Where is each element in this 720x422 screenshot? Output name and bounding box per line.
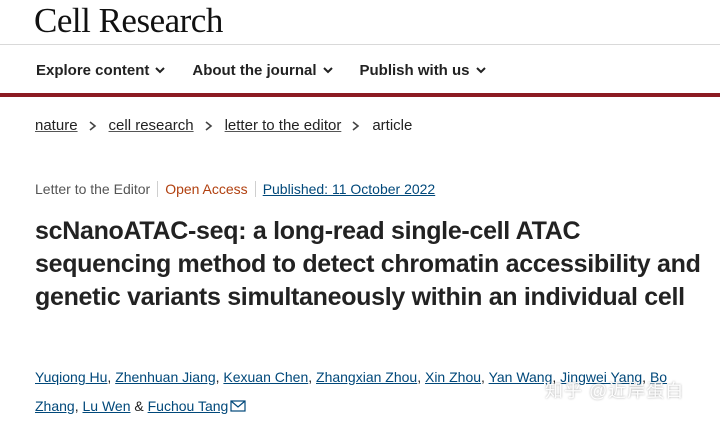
article-meta: Letter to the Editor Open Access Publish… [35,181,435,197]
open-access-badge: Open Access [165,181,248,197]
chevron-down-icon [155,67,166,74]
article-type: Letter to the Editor [35,181,151,197]
author-separator: , [481,369,489,385]
nav-about-journal[interactable]: About the journal [192,59,333,81]
nav-publish-with-us[interactable]: Publish with us [360,59,487,81]
published-date-link[interactable]: Published: 11 October 2022 [263,181,436,197]
main-nav: Explore content About the journal Publis… [36,59,487,81]
author-link[interactable]: Xin Zhou [425,369,481,385]
breadcrumb-current: article [372,117,413,134]
breadcrumb: nature cell research letter to the edito… [35,117,412,134]
watermark-text: 知乎 @近岸蛋白 [545,381,685,401]
author-link[interactable]: Zhenhuan Jiang [115,369,215,385]
breadcrumb-letter-to-editor[interactable]: letter to the editor [225,117,342,134]
meta-divider [254,181,256,197]
chevron-down-icon [475,67,486,74]
breadcrumb-nature[interactable]: nature [35,117,78,134]
journal-title[interactable]: Cell Research [34,0,223,42]
breadcrumb-cell-research[interactable]: cell research [109,117,194,134]
nav-explore-content[interactable]: Explore content [36,59,166,81]
header-divider [0,44,720,45]
author-link[interactable]: Lu Wen [82,398,130,414]
author-separator: , [417,369,425,385]
chevron-right-icon [89,120,96,131]
mail-icon[interactable] [230,400,246,412]
meta-divider [157,181,159,197]
chevron-right-icon [205,120,212,131]
brand-rule [0,93,720,97]
author-link[interactable]: Yuqiong Hu [35,369,107,385]
author-joiner: & [130,398,148,414]
author-link[interactable]: Kexuan Chen [223,369,308,385]
nav-publish-with-us-label: Publish with us [359,61,470,79]
chevron-right-icon [352,120,360,131]
article-title: scNanoATAC-seq: a long-read single-cell … [35,217,701,311]
author-separator: , [308,369,317,385]
author-link[interactable]: Fuchou Tang [148,398,229,414]
nav-explore-content-label: Explore content [36,61,150,79]
nav-about-journal-label: About the journal [192,61,317,79]
author-link[interactable]: Zhangxian Zhou [316,369,417,385]
chevron-down-icon [322,67,333,74]
author-link[interactable]: Yan Wang [489,369,553,385]
